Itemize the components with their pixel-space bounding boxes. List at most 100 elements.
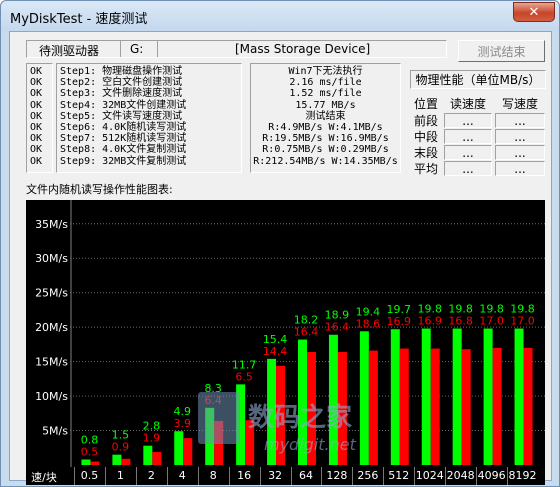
write-bar xyxy=(121,458,131,465)
read-speed-cell: ... xyxy=(444,145,492,160)
y-tick-label: 10M/s xyxy=(35,390,68,403)
write-data-label: 16.4 xyxy=(325,321,350,334)
y-tick-label: 30M/s xyxy=(35,252,68,265)
x-tick-label: 64 xyxy=(299,469,313,482)
end-test-button[interactable]: 测试结束 xyxy=(458,40,545,62)
read-bar xyxy=(421,328,431,465)
step-status: OK xyxy=(30,77,43,89)
read-speed-cell: ... xyxy=(444,129,492,144)
x-tick-label: 32 xyxy=(268,469,283,482)
chart-x-axis: 速/块 0.5 1 2 4 8 16 32 64 128 256 512 1024 2048 4096 81… xyxy=(26,467,545,485)
divider xyxy=(157,41,158,57)
write-data-label: 18.6 xyxy=(356,317,381,330)
header-cell: 写速度 xyxy=(501,97,538,111)
step-status: OK xyxy=(30,144,43,156)
x-tick-label: 4 xyxy=(178,469,186,482)
write-bar xyxy=(183,438,193,465)
close-button[interactable]: ✕ xyxy=(513,2,555,22)
step-status: OK xyxy=(30,122,43,134)
step-status: OK xyxy=(30,155,43,167)
step-status: OK xyxy=(30,99,43,111)
read-bar xyxy=(452,328,462,465)
row-position: 前段 xyxy=(413,114,438,128)
device-name: [Mass Storage Device] xyxy=(235,42,371,56)
step-status: OK xyxy=(30,133,43,145)
x-tick-label: 2048 xyxy=(446,469,475,482)
x-tick-separator xyxy=(197,467,199,485)
x-tick-label: 4096 xyxy=(477,469,506,482)
read-bar xyxy=(112,454,122,465)
row-position: 平均 xyxy=(413,162,438,176)
y-tick-label: 15M/s xyxy=(35,356,68,369)
drive-label: 待测驱动器 xyxy=(39,44,100,58)
app-window: MyDiskTest - 速度测试 ✕ 待测驱动器 G: [Mass Stora… xyxy=(0,0,560,487)
write-data-label: 14.4 xyxy=(263,345,288,358)
step-name: Step6: 4.0K随机读写测试 xyxy=(60,122,187,134)
y-tick-label: 5M/s xyxy=(42,425,68,438)
x-tick-separator xyxy=(166,467,168,485)
step-result-list: Win7下无法执行 2.16 ms/file 1.52 ms/file 15.7… xyxy=(250,63,401,173)
x-tick-label: 256 xyxy=(357,469,379,482)
step-status: OK xyxy=(30,88,43,100)
x-tick-separator xyxy=(321,467,323,485)
step-status-list: OK OK OK OK OK OK OK OK OK xyxy=(26,63,53,173)
write-data-label: 17.0 xyxy=(479,315,504,328)
write-data-label: 16.9 xyxy=(417,315,442,328)
step-name: Step7: 512K随机读写测试 xyxy=(60,133,187,145)
write-data-label: 6.5 xyxy=(235,370,253,383)
step-result: Win7下无法执行 xyxy=(288,66,363,77)
header-cell: 位置 xyxy=(413,97,438,111)
write-data-label: 16.4 xyxy=(294,326,319,339)
read-bar xyxy=(483,328,493,465)
watermark-url: mydigit.net xyxy=(264,435,357,454)
read-speed-cell: ... xyxy=(444,161,492,176)
physical-title: 物理性能（单位MB/s） xyxy=(415,73,541,87)
step-name: Step1: 物理磁盘操作测试 xyxy=(60,66,183,77)
read-bar xyxy=(174,431,184,465)
x-tick-separator xyxy=(352,467,354,485)
x-tick-label: 1024 xyxy=(415,469,444,482)
x-tick-separator xyxy=(259,467,261,485)
x-tick-label: 8192 xyxy=(508,469,537,482)
x-tick-separator xyxy=(383,467,385,485)
write-bar xyxy=(523,347,533,465)
x-tick-separator xyxy=(74,467,75,485)
write-data-label: 0.5 xyxy=(81,445,99,458)
x-axis-label: 速/块 xyxy=(31,471,57,484)
x-tick-label: 0.5 xyxy=(80,469,99,482)
write-speed-cell: ... xyxy=(495,129,545,144)
x-tick-separator xyxy=(228,467,230,485)
title-bar[interactable]: MyDiskTest - 速度测试 ✕ xyxy=(1,1,559,31)
step-status: OK xyxy=(30,66,43,77)
write-data-label: 16.9 xyxy=(387,315,412,328)
y-tick-label: 35M/s xyxy=(35,218,68,231)
x-tick-separator xyxy=(135,467,137,485)
write-data-label: 0.9 xyxy=(112,441,129,454)
write-bar xyxy=(90,461,100,465)
step-name: Step8: 4.0K文件复制测试 xyxy=(60,144,187,156)
y-tick-label: 25M/s xyxy=(35,287,68,300)
step-name: Step5: 文件读写速度测试 xyxy=(60,110,183,122)
x-tick-label: 512 xyxy=(388,469,410,482)
client-area: 待测驱动器 G: [Mass Storage Device] 测试结束 OK O… xyxy=(9,31,552,485)
watermark-text: 数码之家 xyxy=(248,402,352,433)
write-speed-cell: ... xyxy=(495,161,545,176)
x-tick-label: 2 xyxy=(147,469,155,482)
x-tick-separator xyxy=(507,467,509,485)
header-cell: 读速度 xyxy=(449,97,486,111)
step-result: 1.52 ms/file xyxy=(289,88,362,100)
write-bar xyxy=(368,350,378,465)
step-name: Step9: 32MB文件复制测试 xyxy=(60,155,187,167)
read-bar xyxy=(390,329,400,465)
write-speed-cell: ... xyxy=(495,145,545,160)
chart-caption: 文件内随机读写操作性能图表: xyxy=(26,183,173,196)
x-tick-label: 128 xyxy=(326,469,348,482)
read-bar xyxy=(81,459,91,465)
write-data-label: 16.8 xyxy=(448,315,473,328)
step-result: R:0.75MB/s W:0.29MB/s xyxy=(262,144,389,156)
step-result: 15.77 MB/s xyxy=(295,99,356,111)
x-tick-separator xyxy=(445,467,447,485)
step-name: Step3: 文件删除速度测试 xyxy=(60,88,183,100)
y-tick-label: 20M/s xyxy=(35,321,68,334)
read-bar xyxy=(359,331,369,465)
